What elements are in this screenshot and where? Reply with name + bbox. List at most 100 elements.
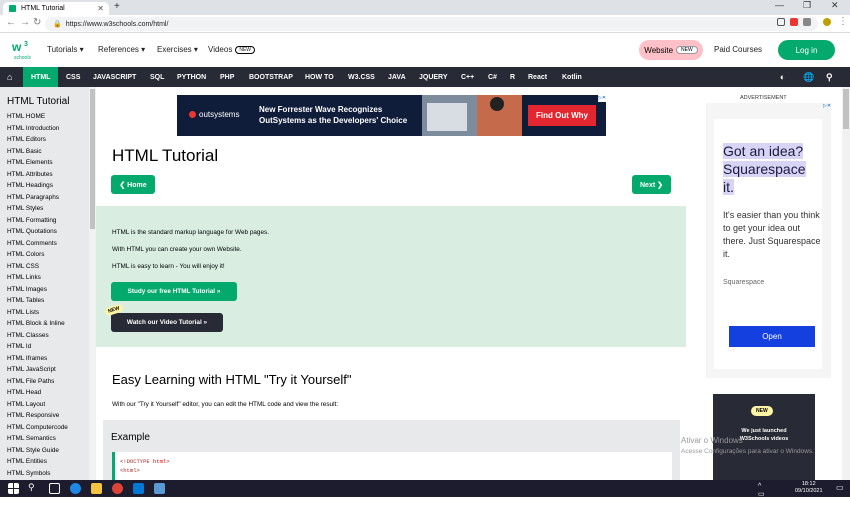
topnav-r[interactable]: R [510,67,515,87]
topnav-css[interactable]: CSS [66,67,80,87]
sidebar-item[interactable]: HTML Block & Inline [0,318,96,330]
sidebar-scrollbar-thumb[interactable] [90,89,95,229]
video-tutorial-button[interactable]: Watch our Video Tutorial » [111,313,223,332]
chrome-icon[interactable] [112,483,123,494]
sidebar-item[interactable]: HTML Basic [0,146,96,158]
sidebar-item[interactable]: HTML Elements [0,157,96,169]
topnav-kotlin[interactable]: Kotlin [562,67,582,87]
menu-tutorials[interactable]: Tutorials ▾ [47,45,84,54]
file-explorer-icon[interactable] [91,483,102,494]
adchoices-icon[interactable]: ▷✕ [598,95,606,102]
sidebar-item[interactable]: HTML Colors [0,249,96,261]
topnav-python[interactable]: PYTHON [177,67,206,87]
topnav-java[interactable]: JAVA [388,67,406,87]
sidebar-item[interactable]: HTML CSS [0,261,96,273]
search-taskbar-icon[interactable]: ⚲ [28,482,39,493]
topnav-w3css[interactable]: W3.CSS [348,67,375,87]
sidebar-item[interactable]: HTML Semantics [0,433,96,445]
paid-courses-button[interactable]: Paid Courses [714,45,762,54]
clock[interactable]: 18:12 09/10/2021 [795,481,823,495]
w3schools-logo-icon[interactable]: w 3 schools [12,39,34,61]
sidebar-item[interactable]: HTML Headings [0,180,96,192]
new-tab-icon[interactable]: + [114,1,120,12]
sidebar-item[interactable]: HTML Lists [0,307,96,319]
sidebar-item[interactable]: HTML Computercode [0,422,96,434]
sidebar-item[interactable]: HTML Symbols [0,468,96,480]
topnav-javascript[interactable]: JAVASCRIPT [93,67,136,87]
topnav-react[interactable]: React [528,67,547,87]
sidebar-item[interactable]: HTML Classes [0,330,96,342]
browser-tab[interactable]: HTML Tutorial ✕ [3,2,109,15]
sidebar-item[interactable]: HTML Tables [0,295,96,307]
home-button[interactable]: ❮ Home [111,175,155,194]
sidebar-item[interactable]: HTML Introduction [0,123,96,135]
extension-icon[interactable] [777,18,785,26]
topnav-jquery[interactable]: JQUERY [419,67,448,87]
url-input[interactable]: 🔒 https://www.w3schools.com/html/ [45,17,818,31]
page-scrollbar[interactable] [842,87,850,480]
study-tutorial-button[interactable]: Study our free HTML Tutorial » [111,282,237,301]
sidebar-item[interactable]: HTML JavaScript [0,364,96,376]
profile-avatar[interactable] [823,18,831,26]
sidebar-item[interactable]: HTML Styles [0,203,96,215]
sidebar-item[interactable]: HTML Formatting [0,215,96,227]
star-icon[interactable] [803,18,811,26]
website-button[interactable]: Website NEW [639,40,703,60]
sidebar-item[interactable]: HTML Id [0,341,96,353]
notepad-icon[interactable] [154,483,165,494]
contrast-icon[interactable]: ◐ [780,67,785,87]
menu-references[interactable]: References ▾ [98,45,145,54]
sidebar-item[interactable]: HTML Images [0,284,96,296]
sidebar-item[interactable]: HTML Paragraphs [0,192,96,204]
sidebar-item[interactable]: HTML Iframes [0,353,96,365]
topnav-sql[interactable]: SQL [150,67,164,87]
notifications-icon[interactable]: ▭ [836,483,847,494]
outsystems-ad[interactable]: outsystems New Forrester Wave Recognizes… [177,95,606,136]
search-icon[interactable]: ⚲ [826,67,833,87]
back-icon[interactable]: ← [6,17,16,28]
login-button[interactable]: Log in [778,40,835,60]
edge-icon[interactable] [70,483,81,494]
sidebar-item[interactable]: HTML HOME [0,111,96,123]
menu-videos[interactable]: Videos NEW [208,45,255,54]
topnav-howto[interactable]: HOW TO [305,67,334,87]
sidebar-item[interactable]: HTML Comments [0,238,96,250]
close-tab-icon[interactable]: ✕ [97,4,104,13]
sidebar-item[interactable]: HTML Responsive [0,410,96,422]
sidebar-item[interactable]: HTML Links [0,272,96,284]
squarespace-ad[interactable]: ▷✕ Got an idea? Squarespace it. It's eas… [706,103,831,378]
sidebar-item[interactable]: HTML Head [0,387,96,399]
ad-cta-button[interactable]: Find Out Why [528,105,596,126]
vscode-icon[interactable] [133,483,144,494]
menu-exercises[interactable]: Exercises ▾ [157,45,198,54]
globe-icon[interactable]: 🌐 [803,67,814,87]
next-button[interactable]: Next ❯ [632,175,671,194]
extension-red-icon[interactable] [790,18,798,26]
sidebar-item[interactable]: HTML File Paths [0,376,96,388]
close-window-icon[interactable]: ✕ [831,0,839,11]
sidebar-item[interactable]: HTML Entities [0,456,96,468]
more-menu-icon[interactable]: ⋮ [838,16,848,27]
topnav-html[interactable]: HTML [23,67,59,87]
topnav-bootstrap[interactable]: BOOTSTRAP [249,67,293,87]
topnav-php[interactable]: PHP [220,67,234,87]
page-scrollbar-thumb[interactable] [843,89,849,129]
topnav-cpp[interactable]: C++ [461,67,474,87]
topnav-csharp[interactable]: C# [488,67,497,87]
sidebar-item[interactable]: HTML Editors [0,134,96,146]
forward-icon[interactable]: → [20,17,30,28]
sidebar-item[interactable]: HTML Quotations [0,226,96,238]
windows-start-icon[interactable] [8,483,19,494]
home-icon[interactable]: ⌂ [7,67,12,87]
sidebar-item[interactable]: HTML Style Guide [0,445,96,457]
reload-icon[interactable]: ↻ [33,17,41,28]
minimize-icon[interactable]: — [775,0,784,10]
sidebar-item[interactable]: HTML Layout [0,399,96,411]
task-view-icon[interactable] [49,483,60,494]
tray-icons[interactable]: ^ ▭ ♪ [758,483,769,505]
adchoices-icon[interactable]: ▷✕ [823,103,831,110]
sq-open-button[interactable]: Open [729,326,815,347]
sq-headline: Got an idea? Squarespace it. [723,142,806,196]
maximize-icon[interactable]: ❐ [803,0,811,11]
sidebar-item[interactable]: HTML Attributes [0,169,96,181]
